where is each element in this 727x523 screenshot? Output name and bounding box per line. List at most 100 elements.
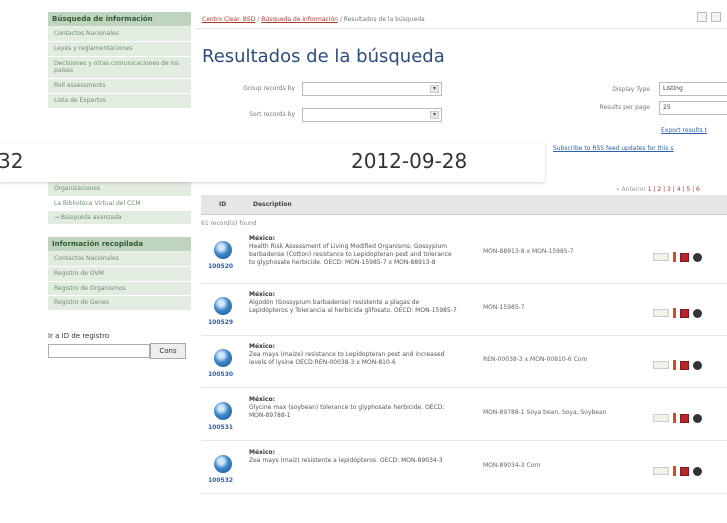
map-icon[interactable] xyxy=(653,414,669,422)
record-desc-text: Zea mays (maize) resistance to Lepidopte… xyxy=(249,351,445,366)
record-id[interactable]: 100530 xyxy=(208,371,233,378)
record-desc-text: Health Risk Assessment of Living Modifie… xyxy=(249,243,452,266)
record-id[interactable]: 100529 xyxy=(208,319,233,326)
info-icon[interactable] xyxy=(693,413,702,423)
sidebar-item-laws[interactable]: Leyes y reglamentaciones xyxy=(48,41,191,57)
results-table-header: ID Description xyxy=(201,195,727,215)
registry-id-button[interactable]: Cons xyxy=(150,343,186,359)
records-found-count: 61 record(s) found xyxy=(201,220,257,227)
sidebar-item-lmo-registry[interactable]: Registro de OVM xyxy=(48,266,191,282)
sort-records-select[interactable]: ▾ xyxy=(302,108,442,122)
subscribe-rss-link[interactable]: Subscribe to RSS feed updates for this s xyxy=(553,145,674,152)
sidebar-item-organizations[interactable]: Organizaciones xyxy=(48,182,191,197)
sidebar-block-more: Organizaciones La Biblioteca Virtual del… xyxy=(48,182,191,226)
results-per-page-value: 25 xyxy=(663,104,671,111)
record-actions xyxy=(653,360,702,370)
bar-icon[interactable] xyxy=(673,308,676,318)
sidebar-item-national-contacts-2[interactable]: Contactos Nacionales xyxy=(48,252,191,267)
sidebar-item-virtual-library[interactable]: La Biblioteca Virtual del CCM xyxy=(48,196,191,211)
table-row[interactable]: 100531 México: Glycine max (soybean) tole… xyxy=(201,393,727,441)
top-toolbar xyxy=(697,12,721,22)
map-icon[interactable] xyxy=(653,309,669,317)
table-row[interactable]: 100530 México: Zea mays (maize) resistanc… xyxy=(201,340,727,388)
bar-icon[interactable] xyxy=(673,466,676,476)
record-desc-text: Algodón (Gossypium barbadense) resistent… xyxy=(249,299,457,314)
sidebar-item-decisions[interactable]: Decisiones y otras comunicaciones de los… xyxy=(48,56,191,80)
registry-id-input[interactable] xyxy=(48,344,150,358)
record-code: REN-00038-3 x MON-00810-6 Corn xyxy=(483,356,588,363)
record-id[interactable]: 100531 xyxy=(208,424,233,431)
grid-icon[interactable] xyxy=(680,413,689,423)
display-type-label: Display Type xyxy=(612,86,650,93)
sidebar-header-collected: Información recopilada xyxy=(48,237,191,252)
record-actions xyxy=(653,466,702,476)
record-description: México: Zea mays (maiz) resistente a lepi… xyxy=(249,449,459,465)
sidebar-item-gene-registry[interactable]: Registro de Genes xyxy=(48,296,191,312)
print-icon[interactable] xyxy=(697,12,707,22)
info-icon[interactable] xyxy=(693,308,702,318)
record-id[interactable]: 100532 xyxy=(208,477,233,484)
bar-icon[interactable] xyxy=(673,252,676,262)
column-header-description[interactable]: Description xyxy=(253,201,292,208)
bar-icon[interactable] xyxy=(673,413,676,423)
table-row[interactable]: 100532 México: Zea mays (maiz) resistente… xyxy=(201,446,727,494)
breadcrumb-search[interactable]: Búsqueda de información xyxy=(261,16,338,23)
sidebar: Búsqueda de información Contactos Nacion… xyxy=(0,0,195,523)
sidebar-item-risk-assessments[interactable]: Roll assessments xyxy=(48,79,191,94)
table-row[interactable]: 100520 México: Health Risk Assessment of … xyxy=(201,232,727,284)
grid-icon[interactable] xyxy=(680,252,689,262)
map-icon[interactable] xyxy=(653,253,669,261)
table-row[interactable]: 100529 México: Algodón (Gossypium barbade… xyxy=(201,288,727,336)
grid-icon[interactable] xyxy=(680,360,689,370)
display-type-select[interactable]: Listing xyxy=(659,82,727,96)
breadcrumb-current: Resultados de la búsqueda xyxy=(343,16,425,23)
group-records-label: Group records by xyxy=(243,85,295,92)
info-icon[interactable] xyxy=(693,360,702,370)
sidebar-item-experts[interactable]: Lista de Expertos xyxy=(48,93,191,109)
sort-records-label: Sort records by xyxy=(249,111,295,118)
record-country: México: xyxy=(249,235,276,242)
pagination: « Anterior 1 | 2 | 3 | 4 | 5 | 6 xyxy=(616,186,700,193)
overlay-left-text: 32 xyxy=(0,149,24,173)
grid-icon[interactable] xyxy=(680,308,689,318)
map-icon[interactable] xyxy=(653,361,669,369)
group-records-select[interactable]: ▾ xyxy=(302,82,442,96)
record-id[interactable]: 100520 xyxy=(208,263,233,270)
chevron-down-icon: ▾ xyxy=(430,85,439,93)
record-code: MON-15985-7 xyxy=(483,304,525,311)
globe-icon xyxy=(214,455,232,473)
record-actions xyxy=(653,308,702,318)
map-icon[interactable] xyxy=(653,467,669,475)
display-type-value: Listing xyxy=(663,85,683,92)
breadcrumb: Centro Clear. BSD / Búsqueda de informac… xyxy=(202,16,425,23)
sidebar-item-national-contacts[interactable]: Contactos Nacionales xyxy=(48,27,191,42)
info-icon[interactable] xyxy=(693,466,702,476)
record-desc-text: Glycine max (soybean) tolerance to glyph… xyxy=(249,404,445,419)
sidebar-block-search: Búsqueda de información Contactos Nacion… xyxy=(48,12,191,109)
record-country: México: xyxy=(249,291,276,298)
bar-icon[interactable] xyxy=(673,360,676,370)
grid-icon[interactable] xyxy=(680,466,689,476)
record-country: México: xyxy=(249,449,276,456)
record-description: México: Algodón (Gossypium barbadense) re… xyxy=(249,291,459,315)
overlay-bar: 32 2012-09-28 xyxy=(0,143,545,182)
record-code: MON-89788-1 Soya bean, Soya, Soybean xyxy=(483,409,607,416)
sidebar-item-organism-registry[interactable]: Registro de Organismos xyxy=(48,281,191,297)
record-code: MON-89034-3 Corn xyxy=(483,462,541,469)
export-results-link[interactable]: Export results t xyxy=(661,127,707,134)
info-icon[interactable] xyxy=(693,252,702,262)
sidebar-header-search: Búsqueda de información xyxy=(48,12,191,27)
share-icon[interactable] xyxy=(711,12,721,22)
column-header-id[interactable]: ID xyxy=(219,201,226,208)
globe-icon xyxy=(214,402,232,420)
sidebar-item-advanced-search[interactable]: → Búsqueda avanzada xyxy=(48,210,191,226)
results-per-page-label: Results per page xyxy=(599,104,650,111)
globe-icon xyxy=(214,349,232,367)
breadcrumb-home[interactable]: Centro Clear. BSD xyxy=(202,16,255,23)
page-title: Resultados de la búsqueda xyxy=(202,46,445,67)
record-country: México: xyxy=(249,396,276,403)
results-per-page-select[interactable]: 25 xyxy=(659,101,727,115)
globe-icon xyxy=(214,297,232,315)
pager-pages[interactable]: 1 | 2 | 3 | 4 | 5 | 6 xyxy=(648,186,700,193)
pager-prev[interactable]: « Anterior xyxy=(616,186,646,193)
